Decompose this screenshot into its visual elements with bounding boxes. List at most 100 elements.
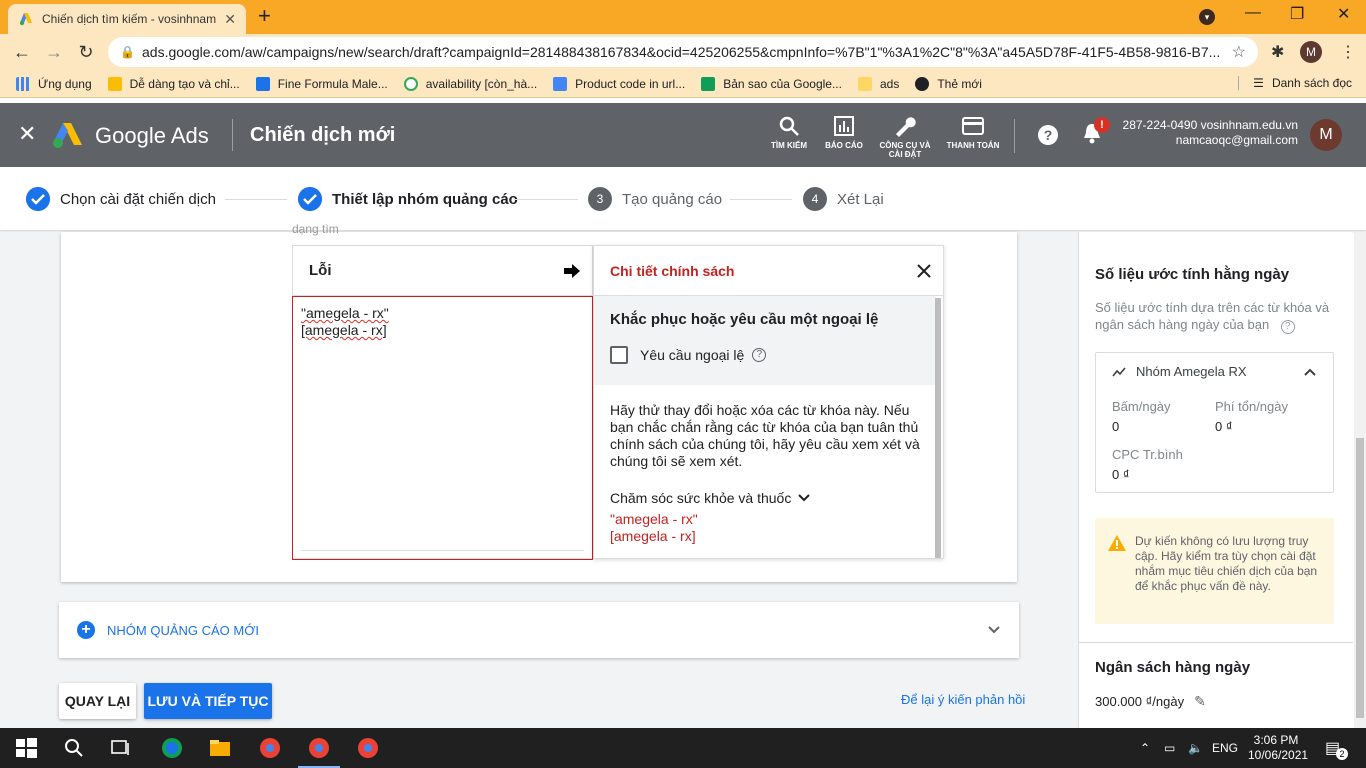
keyword-text: "amegela - rx": [301, 305, 389, 321]
windows-start-icon[interactable]: [14, 736, 38, 760]
clipped-helper-text: dạng tìm: [292, 222, 339, 236]
clock-time: 3:06 PM: [1253, 733, 1299, 747]
help-circle-icon[interactable]: ?: [752, 348, 767, 362]
reload-icon[interactable]: ↻: [70, 42, 102, 63]
policy-keyword: [amegela - rx]: [610, 528, 696, 544]
bookmark-star-icon[interactable]: ☆: [1232, 42, 1246, 62]
warning-icon: [1108, 535, 1126, 551]
minimize-icon[interactable]: —: [1245, 4, 1261, 22]
back-button[interactable]: QUAY LẠI: [59, 683, 136, 719]
edge-browser-icon[interactable]: [160, 736, 184, 760]
url-text: ads.google.com/aw/campaigns/new/search/d…: [142, 44, 1221, 60]
save-continue-button[interactable]: LƯU VÀ TIẾP TỤC: [144, 683, 272, 719]
volume-icon[interactable]: 🔈: [1188, 741, 1203, 755]
keyword-text: [amegela - rx]: [301, 322, 387, 338]
bookmark-item[interactable]: Thẻ mới: [915, 76, 982, 91]
ad-group-row[interactable]: Nhóm Amegela RX: [1112, 364, 1247, 379]
tool-billing[interactable]: THANH TOÁN: [943, 115, 1003, 150]
policy-details-panel: Chi tiết chính sách Khắc phục hoặc yêu c…: [593, 245, 944, 559]
tool-settings[interactable]: CÔNG CỤ VÀ CÀI ĐẶT: [875, 115, 935, 159]
file-explorer-icon[interactable]: [208, 736, 232, 760]
step-create-ads[interactable]: 3 Tạo quảng cáo: [588, 187, 722, 211]
system-clock[interactable]: 3:06 PM 10/06/2021: [1248, 733, 1308, 763]
chrome-profile-avatar[interactable]: M: [1300, 41, 1322, 63]
language-indicator[interactable]: ENG: [1212, 741, 1238, 755]
keyword-textarea[interactable]: "amegela - rx" [amegela - rx]: [292, 296, 593, 560]
cpc-label: CPC Tr.bình: [1112, 447, 1183, 462]
help-icon[interactable]: ?: [1037, 124, 1059, 146]
account-avatar[interactable]: M: [1310, 119, 1342, 151]
tool-label: TÌM KIẾM: [771, 141, 807, 150]
task-view-icon[interactable]: [108, 736, 132, 760]
browser-tabstrip: Chiến dịch tìm kiếm - vosinhnam ✕ + ▾ — …: [0, 0, 1366, 34]
step-campaign-settings[interactable]: Chọn cài đặt chiến dịch: [26, 187, 216, 211]
exception-request[interactable]: Yêu cầu ngoại lệ ?: [610, 346, 920, 364]
bookmark-item[interactable]: Product code in url...: [553, 76, 685, 91]
feedback-link[interactable]: Để lại ý kiến phản hồi: [901, 692, 1025, 707]
chevron-down-icon: [798, 494, 811, 502]
account-info[interactable]: 287-224-0490 vosinhnam.edu.vn namcaoqc@g…: [1123, 118, 1298, 148]
chrome-profile-nv-icon[interactable]: [258, 736, 282, 760]
keyword-line: "amegela - rx": [301, 305, 584, 322]
traffic-warning: Dự kiến không có lưu lượng truy cập. Hãy…: [1095, 518, 1334, 624]
step-review[interactable]: 4 Xét Lại: [803, 187, 884, 211]
bookmark-item[interactable]: Fine Formula Male...: [255, 76, 388, 91]
extensions-icon[interactable]: ✱: [1271, 42, 1284, 62]
scrollbar-thumb[interactable]: [1356, 438, 1364, 718]
forward-arrow-icon[interactable]: →: [38, 42, 70, 63]
wrench-icon: [896, 117, 916, 137]
new-tab-button[interactable]: +: [258, 5, 271, 27]
tool-search[interactable]: TÌM KIẾM: [759, 115, 819, 150]
bookmark-label: ads: [879, 76, 900, 91]
bookmark-label: Ứng dụng: [38, 76, 92, 91]
bookmark-apps[interactable]: Ứng dụng: [16, 76, 92, 91]
google-sheets-icon: [701, 76, 716, 91]
policy-category[interactable]: Chăm sóc sức khỏe và thuốc: [610, 490, 811, 506]
step-ad-group[interactable]: Thiết lập nhóm quảng cáo: [298, 187, 518, 211]
budget-title: Ngân sách hàng ngày: [1095, 659, 1251, 676]
bookmark-item[interactable]: Bản sao của Google...: [701, 76, 842, 91]
google-g-icon: [403, 76, 418, 91]
address-bar[interactable]: 🔒 ads.google.com/aw/campaigns/new/search…: [108, 37, 1258, 67]
chrome-profile-m-icon[interactable]: [307, 736, 331, 760]
edit-pencil-icon[interactable]: ✎: [1194, 693, 1206, 710]
search-icon[interactable]: [62, 736, 86, 760]
bookmark-item[interactable]: Dễ dàng tạo và chỉ...: [107, 76, 240, 91]
product-icon: [553, 76, 568, 91]
close-icon[interactable]: [917, 263, 931, 278]
network-icon[interactable]: ▭: [1164, 741, 1175, 755]
chevron-down-icon[interactable]: [987, 625, 1001, 635]
tab-close-icon[interactable]: ✕: [224, 11, 236, 28]
chrome-profile-n-icon[interactable]: [356, 736, 380, 760]
estimates-sidebar: Số liệu ước tính hằng ngày Số liệu ước t…: [1078, 232, 1353, 728]
close-icon[interactable]: ✕: [18, 121, 36, 147]
help-circle-icon[interactable]: ?: [1280, 320, 1295, 334]
bookmark-label: Bản sao của Google...: [723, 76, 842, 91]
policy-keywords: "amegela - rx" [amegela - rx]: [610, 511, 698, 545]
new-ad-group-button[interactable]: + NHÓM QUẢNG CÁO MỚI: [59, 602, 1019, 658]
policy-keyword: "amegela - rx": [610, 511, 698, 527]
window-close-icon[interactable]: ✕: [1337, 4, 1350, 24]
bookmark-item[interactable]: availability [còn_hà...: [403, 76, 537, 91]
bookmark-folder[interactable]: ads: [857, 76, 900, 91]
tool-reports[interactable]: BÁO CÁO: [814, 115, 874, 150]
page-scrollbar[interactable]: [1354, 232, 1366, 728]
back-arrow-icon[interactable]: ←: [6, 42, 38, 63]
warning-text: Dự kiến không có lưu lượng truy cập. Hãy…: [1135, 534, 1318, 593]
chrome-profile-icon[interactable]: ▾: [1199, 9, 1215, 25]
panel-scrollbar[interactable]: [935, 298, 941, 558]
bookmarks-bar: Ứng dụng Dễ dàng tạo và chỉ... Fine Form…: [0, 70, 1366, 98]
ad-group-name: Nhóm Amegela RX: [1136, 364, 1247, 379]
lock-icon: 🔒: [120, 45, 135, 59]
check-circle-icon: [26, 187, 50, 211]
policy-title: Chi tiết chính sách: [610, 262, 735, 279]
arrow-right-icon[interactable]: [564, 263, 580, 278]
tray-chevron-up-icon[interactable]: ⌃: [1140, 741, 1150, 755]
chrome-menu-icon[interactable]: ⋮: [1340, 42, 1356, 62]
reading-list[interactable]: ☰ Danh sách đọc: [1238, 76, 1352, 90]
browser-tab[interactable]: Chiến dịch tìm kiếm - vosinhnam ✕: [8, 4, 246, 34]
globe-icon: [915, 76, 930, 91]
exception-checkbox[interactable]: [610, 346, 628, 364]
chevron-up-icon[interactable]: [1303, 367, 1317, 377]
restore-icon[interactable]: ❐: [1290, 4, 1304, 24]
